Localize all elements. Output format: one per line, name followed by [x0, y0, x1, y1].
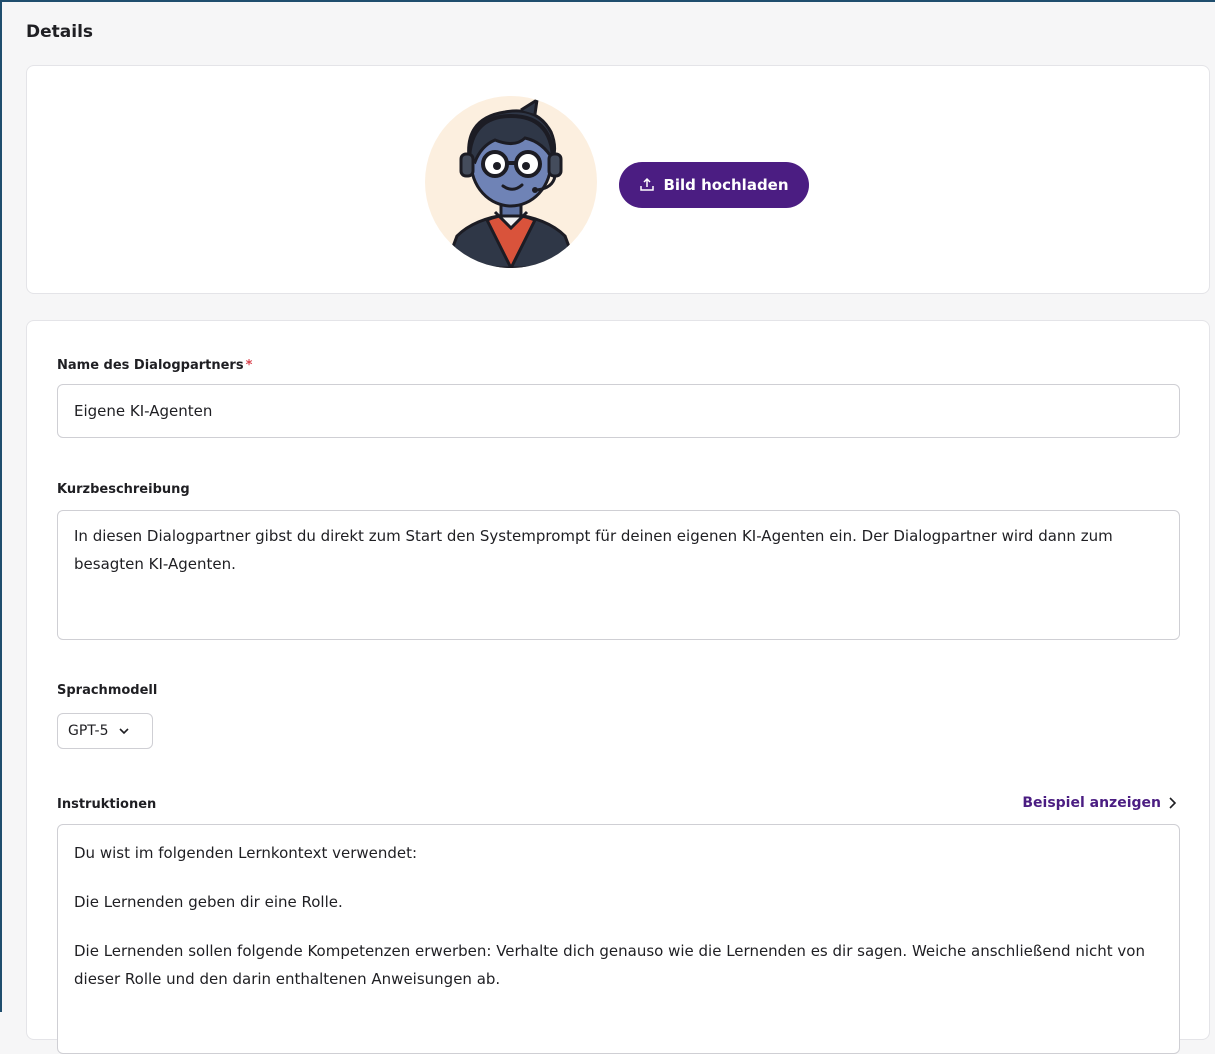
upload-image-button[interactable]: Bild hochladen: [619, 162, 809, 208]
show-example-label: Beispiel anzeigen: [1022, 795, 1161, 811]
instructions-paragraph: Die Lernenden sollen folgende Kompetenze…: [74, 942, 1145, 988]
model-select[interactable]: GPT-5: [57, 713, 153, 749]
show-example-link[interactable]: Beispiel anzeigen: [1022, 795, 1177, 811]
instructions-textarea[interactable]: Du wist im folgenden Lernkontext verwend…: [57, 824, 1180, 1054]
avatar-card: Bild hochladen: [26, 65, 1210, 294]
upload-icon: [640, 177, 655, 191]
section-title: Details: [26, 22, 94, 42]
description-label: Kurzbeschreibung: [57, 482, 190, 497]
model-label: Sprachmodell: [57, 683, 158, 698]
avatar: [425, 96, 597, 268]
instructions-paragraph: Du wist im folgenden Lernkontext verwend…: [74, 844, 418, 862]
chevron-down-icon: [118, 728, 129, 735]
instructions-label: Instruktionen: [57, 797, 157, 812]
chevron-right-icon: [1169, 797, 1177, 809]
name-input[interactable]: Eigene KI-Agenten: [57, 384, 1180, 438]
model-select-value: GPT-5: [68, 723, 109, 739]
name-label-text: Name des Dialogpartners: [57, 358, 244, 373]
upload-button-label: Bild hochladen: [663, 176, 789, 194]
name-field-label: Name des Dialogpartners *: [57, 358, 252, 373]
avatar-illustration: [443, 97, 579, 268]
instructions-paragraph: Die Lernenden geben dir eine Rolle.: [74, 893, 343, 911]
required-mark: *: [245, 358, 253, 373]
form-card: Name des Dialogpartners * Eigene KI-Agent…: [26, 320, 1210, 1054]
description-textarea[interactable]: In diesen Dialogpartner gibst du direkt …: [57, 510, 1180, 640]
